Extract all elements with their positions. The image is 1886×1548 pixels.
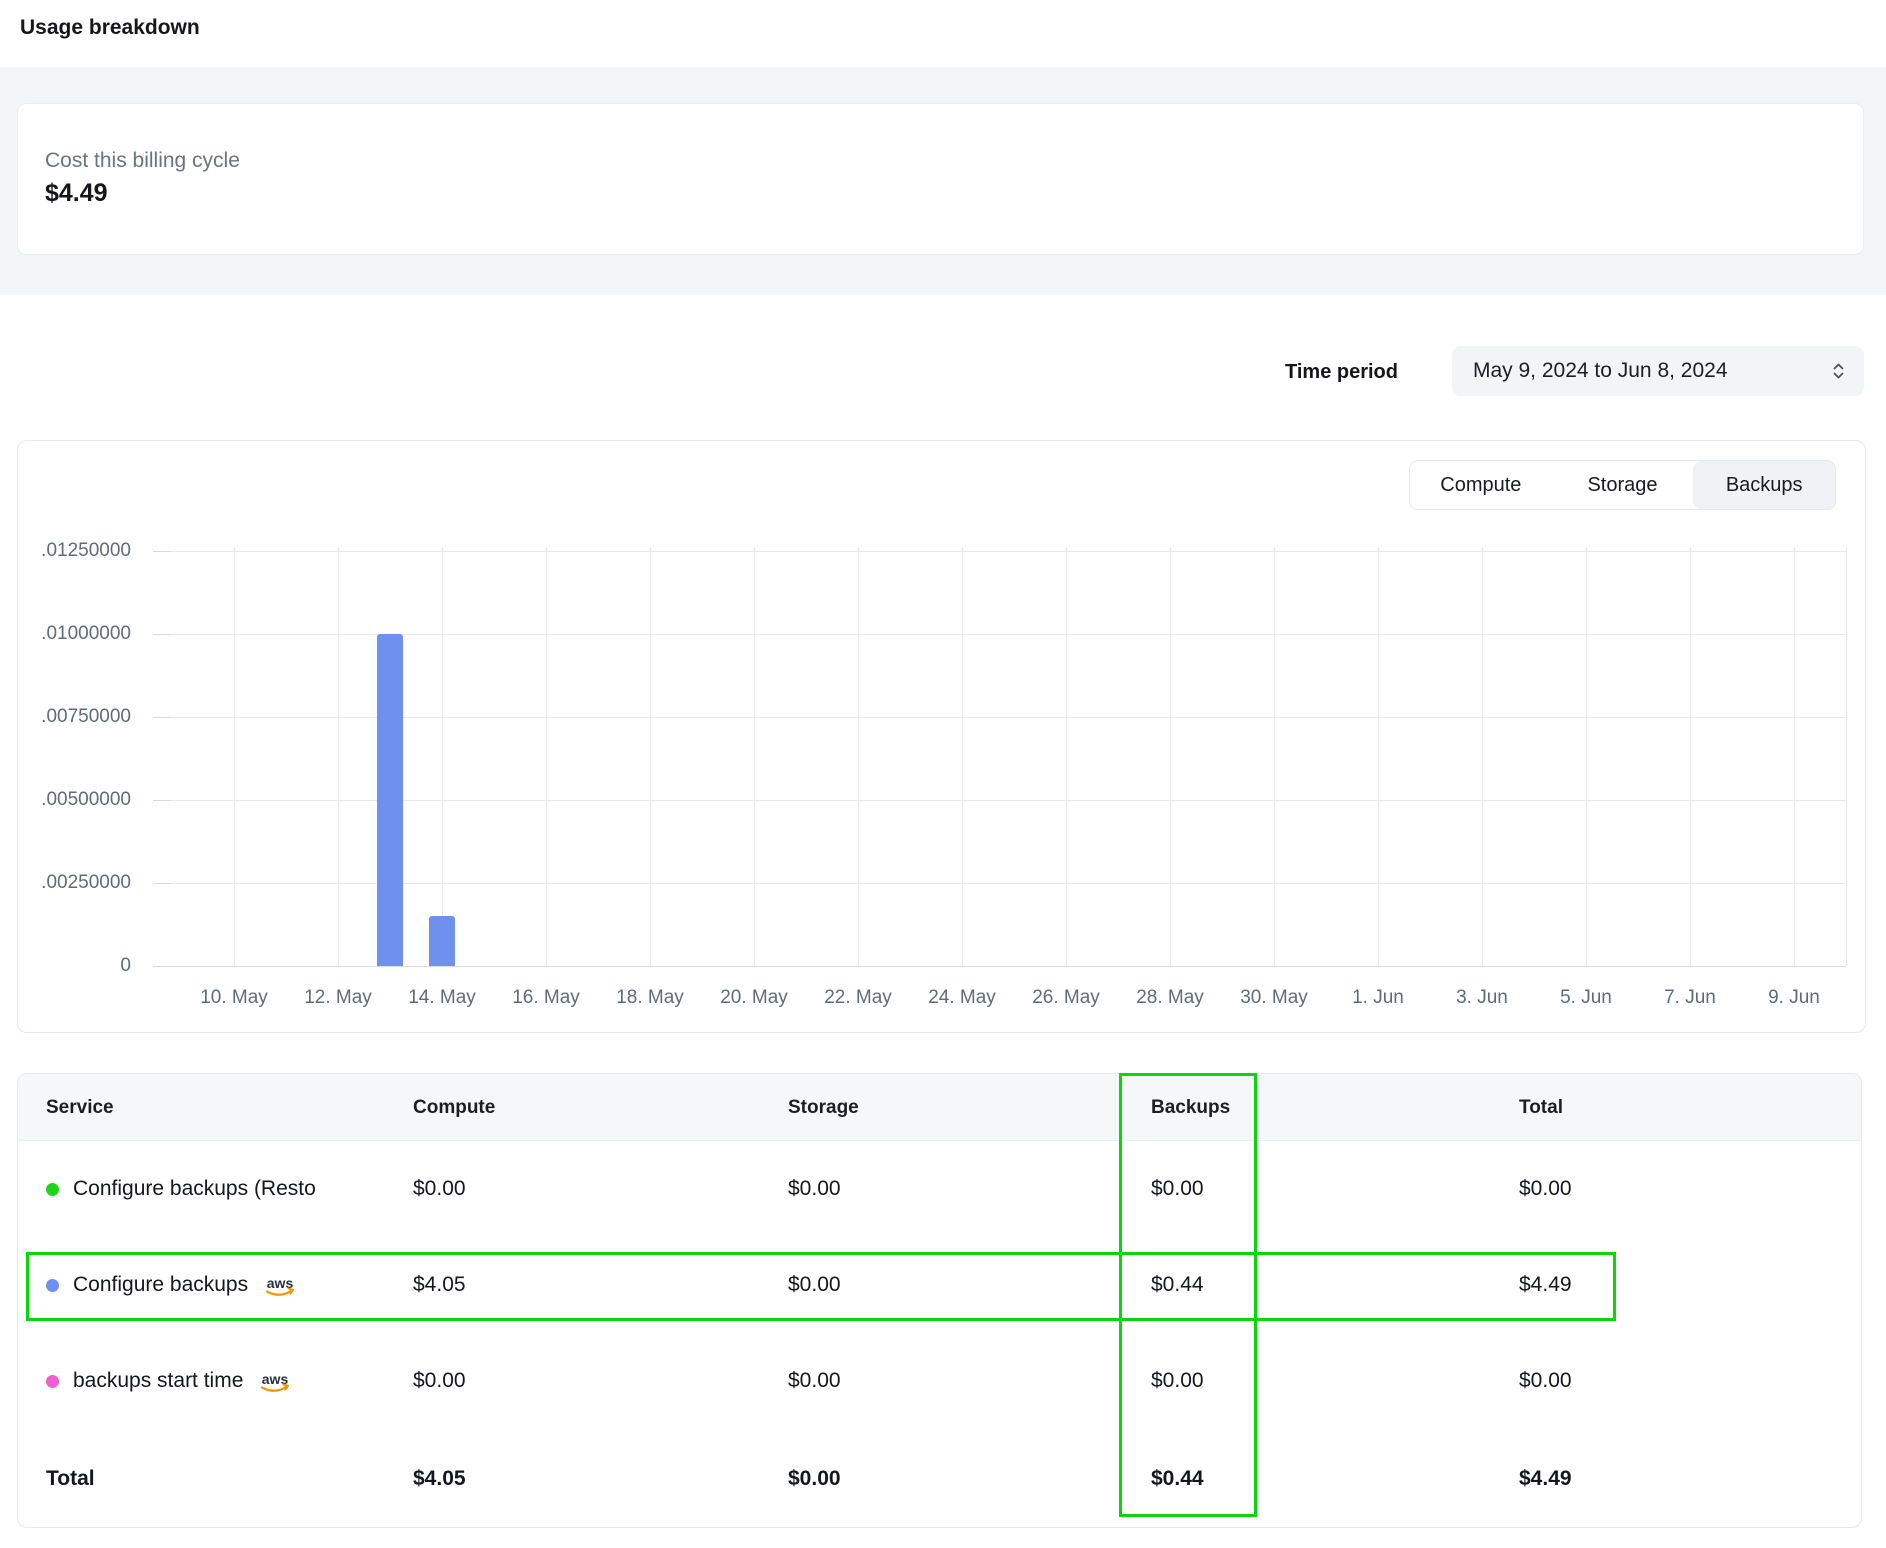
gridline-vertical bbox=[1274, 547, 1275, 966]
chart-bar bbox=[429, 916, 455, 966]
y-axis-tick bbox=[153, 966, 171, 967]
time-period-value: May 9, 2024 to Jun 8, 2024 bbox=[1473, 359, 1728, 383]
y-axis-label: .01250000 bbox=[18, 539, 131, 563]
gridline-vertical bbox=[754, 547, 755, 966]
cell-backups: $0.00 bbox=[1151, 1333, 1204, 1429]
table-row: Configure backups aws $4.05 $0.00 $0.44 $4.49 bbox=[18, 1237, 1861, 1333]
y-axis-tick bbox=[153, 800, 171, 801]
table-row: backups start time aws $0.00 $0.00 $0.00 $0.0… bbox=[18, 1333, 1861, 1429]
gridline-vertical bbox=[1586, 547, 1587, 966]
table-row: Configure backups (Resto $0.00 $0.00 $0.00 $… bbox=[18, 1141, 1861, 1237]
billing-summary-card: Cost this billing cycle $4.49 bbox=[17, 103, 1864, 255]
cell-total: $0.00 bbox=[1519, 1333, 1572, 1429]
column-header-backups: Backups bbox=[1151, 1074, 1230, 1141]
gridline-horizontal bbox=[171, 966, 1846, 967]
cell-total: $4.49 bbox=[1519, 1237, 1572, 1333]
chart-bar bbox=[377, 634, 403, 966]
gridline-vertical bbox=[1378, 547, 1379, 966]
gridline-vertical bbox=[1482, 547, 1483, 966]
gridline-horizontal bbox=[171, 634, 1846, 635]
cell-compute: $0.00 bbox=[413, 1141, 466, 1237]
summary-card-label: Cost this billing cycle bbox=[45, 147, 1863, 175]
y-axis-label: .00250000 bbox=[18, 871, 131, 895]
y-axis-label: 0 bbox=[18, 954, 131, 978]
y-axis-tick bbox=[153, 551, 171, 552]
gridline-vertical bbox=[546, 547, 547, 966]
gridline-vertical bbox=[1846, 547, 1847, 966]
cell-compute: $4.05 bbox=[413, 1237, 466, 1333]
aws-icon: aws bbox=[262, 1275, 298, 1299]
cell-storage: $0.00 bbox=[788, 1141, 841, 1237]
time-period-select[interactable]: May 9, 2024 to Jun 8, 2024 bbox=[1452, 346, 1864, 396]
gridline-vertical bbox=[962, 547, 963, 966]
usage-table: Service Compute Storage Backups Total Config… bbox=[17, 1073, 1862, 1528]
service-cell: Configure backups aws bbox=[46, 1237, 298, 1333]
aws-icon: aws bbox=[257, 1371, 293, 1395]
cell-compute: $0.00 bbox=[413, 1333, 466, 1429]
summary-card-value: $4.49 bbox=[45, 177, 1863, 210]
service-name: Configure backups (Resto bbox=[73, 1177, 316, 1201]
cell-storage: $0.00 bbox=[788, 1333, 841, 1429]
service-name: backups start time bbox=[73, 1369, 243, 1393]
gridline-horizontal bbox=[171, 883, 1846, 884]
service-cell: Configure backups (Resto bbox=[46, 1141, 316, 1237]
usage-breakdown-page: Usage breakdown Cost this billing cycle … bbox=[0, 0, 1886, 1548]
gridline-vertical bbox=[1066, 547, 1067, 966]
billing-summary-section: Cost this billing cycle $4.49 bbox=[0, 67, 1886, 295]
column-header-storage: Storage bbox=[788, 1074, 859, 1141]
table-header-row: Service Compute Storage Backups Total bbox=[18, 1074, 1861, 1141]
gridline-horizontal bbox=[171, 717, 1846, 718]
x-axis-label: 9. Jun bbox=[1729, 986, 1859, 1010]
gridline-vertical bbox=[858, 547, 859, 966]
service-name: Configure backups bbox=[73, 1273, 248, 1297]
total-cell-backups: $0.44 bbox=[1151, 1429, 1204, 1528]
gridline-vertical bbox=[234, 547, 235, 966]
gridline-vertical bbox=[1170, 547, 1171, 966]
series-dot bbox=[46, 1279, 59, 1292]
y-axis-label: .01000000 bbox=[18, 622, 131, 646]
table-total-row: Total $4.05 $0.00 $0.44 $4.49 bbox=[18, 1429, 1861, 1528]
usage-chart-card: ComputeStorageBackups .01250000.01000000… bbox=[17, 440, 1866, 1033]
total-row-label: Total bbox=[46, 1429, 95, 1528]
updown-chevron-icon bbox=[1831, 361, 1846, 381]
gridline-vertical bbox=[1690, 547, 1691, 966]
service-cell: backups start time aws bbox=[46, 1333, 293, 1429]
total-cell-storage: $0.00 bbox=[788, 1429, 841, 1528]
cell-total: $0.00 bbox=[1519, 1141, 1572, 1237]
y-axis-label: .00500000 bbox=[18, 788, 131, 812]
column-header-service: Service bbox=[46, 1074, 114, 1141]
column-header-compute: Compute bbox=[413, 1074, 495, 1141]
gridline-vertical bbox=[650, 547, 651, 966]
gridline-vertical bbox=[1794, 547, 1795, 966]
total-cell-compute: $4.05 bbox=[413, 1429, 466, 1528]
cell-storage: $0.00 bbox=[788, 1237, 841, 1333]
y-axis-tick bbox=[153, 634, 171, 635]
series-dot bbox=[46, 1375, 59, 1388]
y-axis-tick bbox=[153, 717, 171, 718]
page-title: Usage breakdown bbox=[20, 14, 200, 42]
cell-backups: $0.00 bbox=[1151, 1141, 1204, 1237]
time-period-label: Time period bbox=[1285, 358, 1398, 386]
bar-chart: .01250000 .01000000 .00750000 .00500000 .002… bbox=[18, 441, 1865, 1032]
gridline-horizontal bbox=[171, 551, 1846, 552]
y-axis-label: .00750000 bbox=[18, 705, 131, 729]
gridline-vertical bbox=[338, 547, 339, 966]
column-header-total: Total bbox=[1519, 1074, 1563, 1141]
total-cell-total: $4.49 bbox=[1519, 1429, 1572, 1528]
cell-backups: $0.44 bbox=[1151, 1237, 1204, 1333]
series-dot bbox=[46, 1183, 59, 1196]
gridline-horizontal bbox=[171, 800, 1846, 801]
y-axis-tick bbox=[153, 883, 171, 884]
gridline-vertical bbox=[442, 547, 443, 966]
